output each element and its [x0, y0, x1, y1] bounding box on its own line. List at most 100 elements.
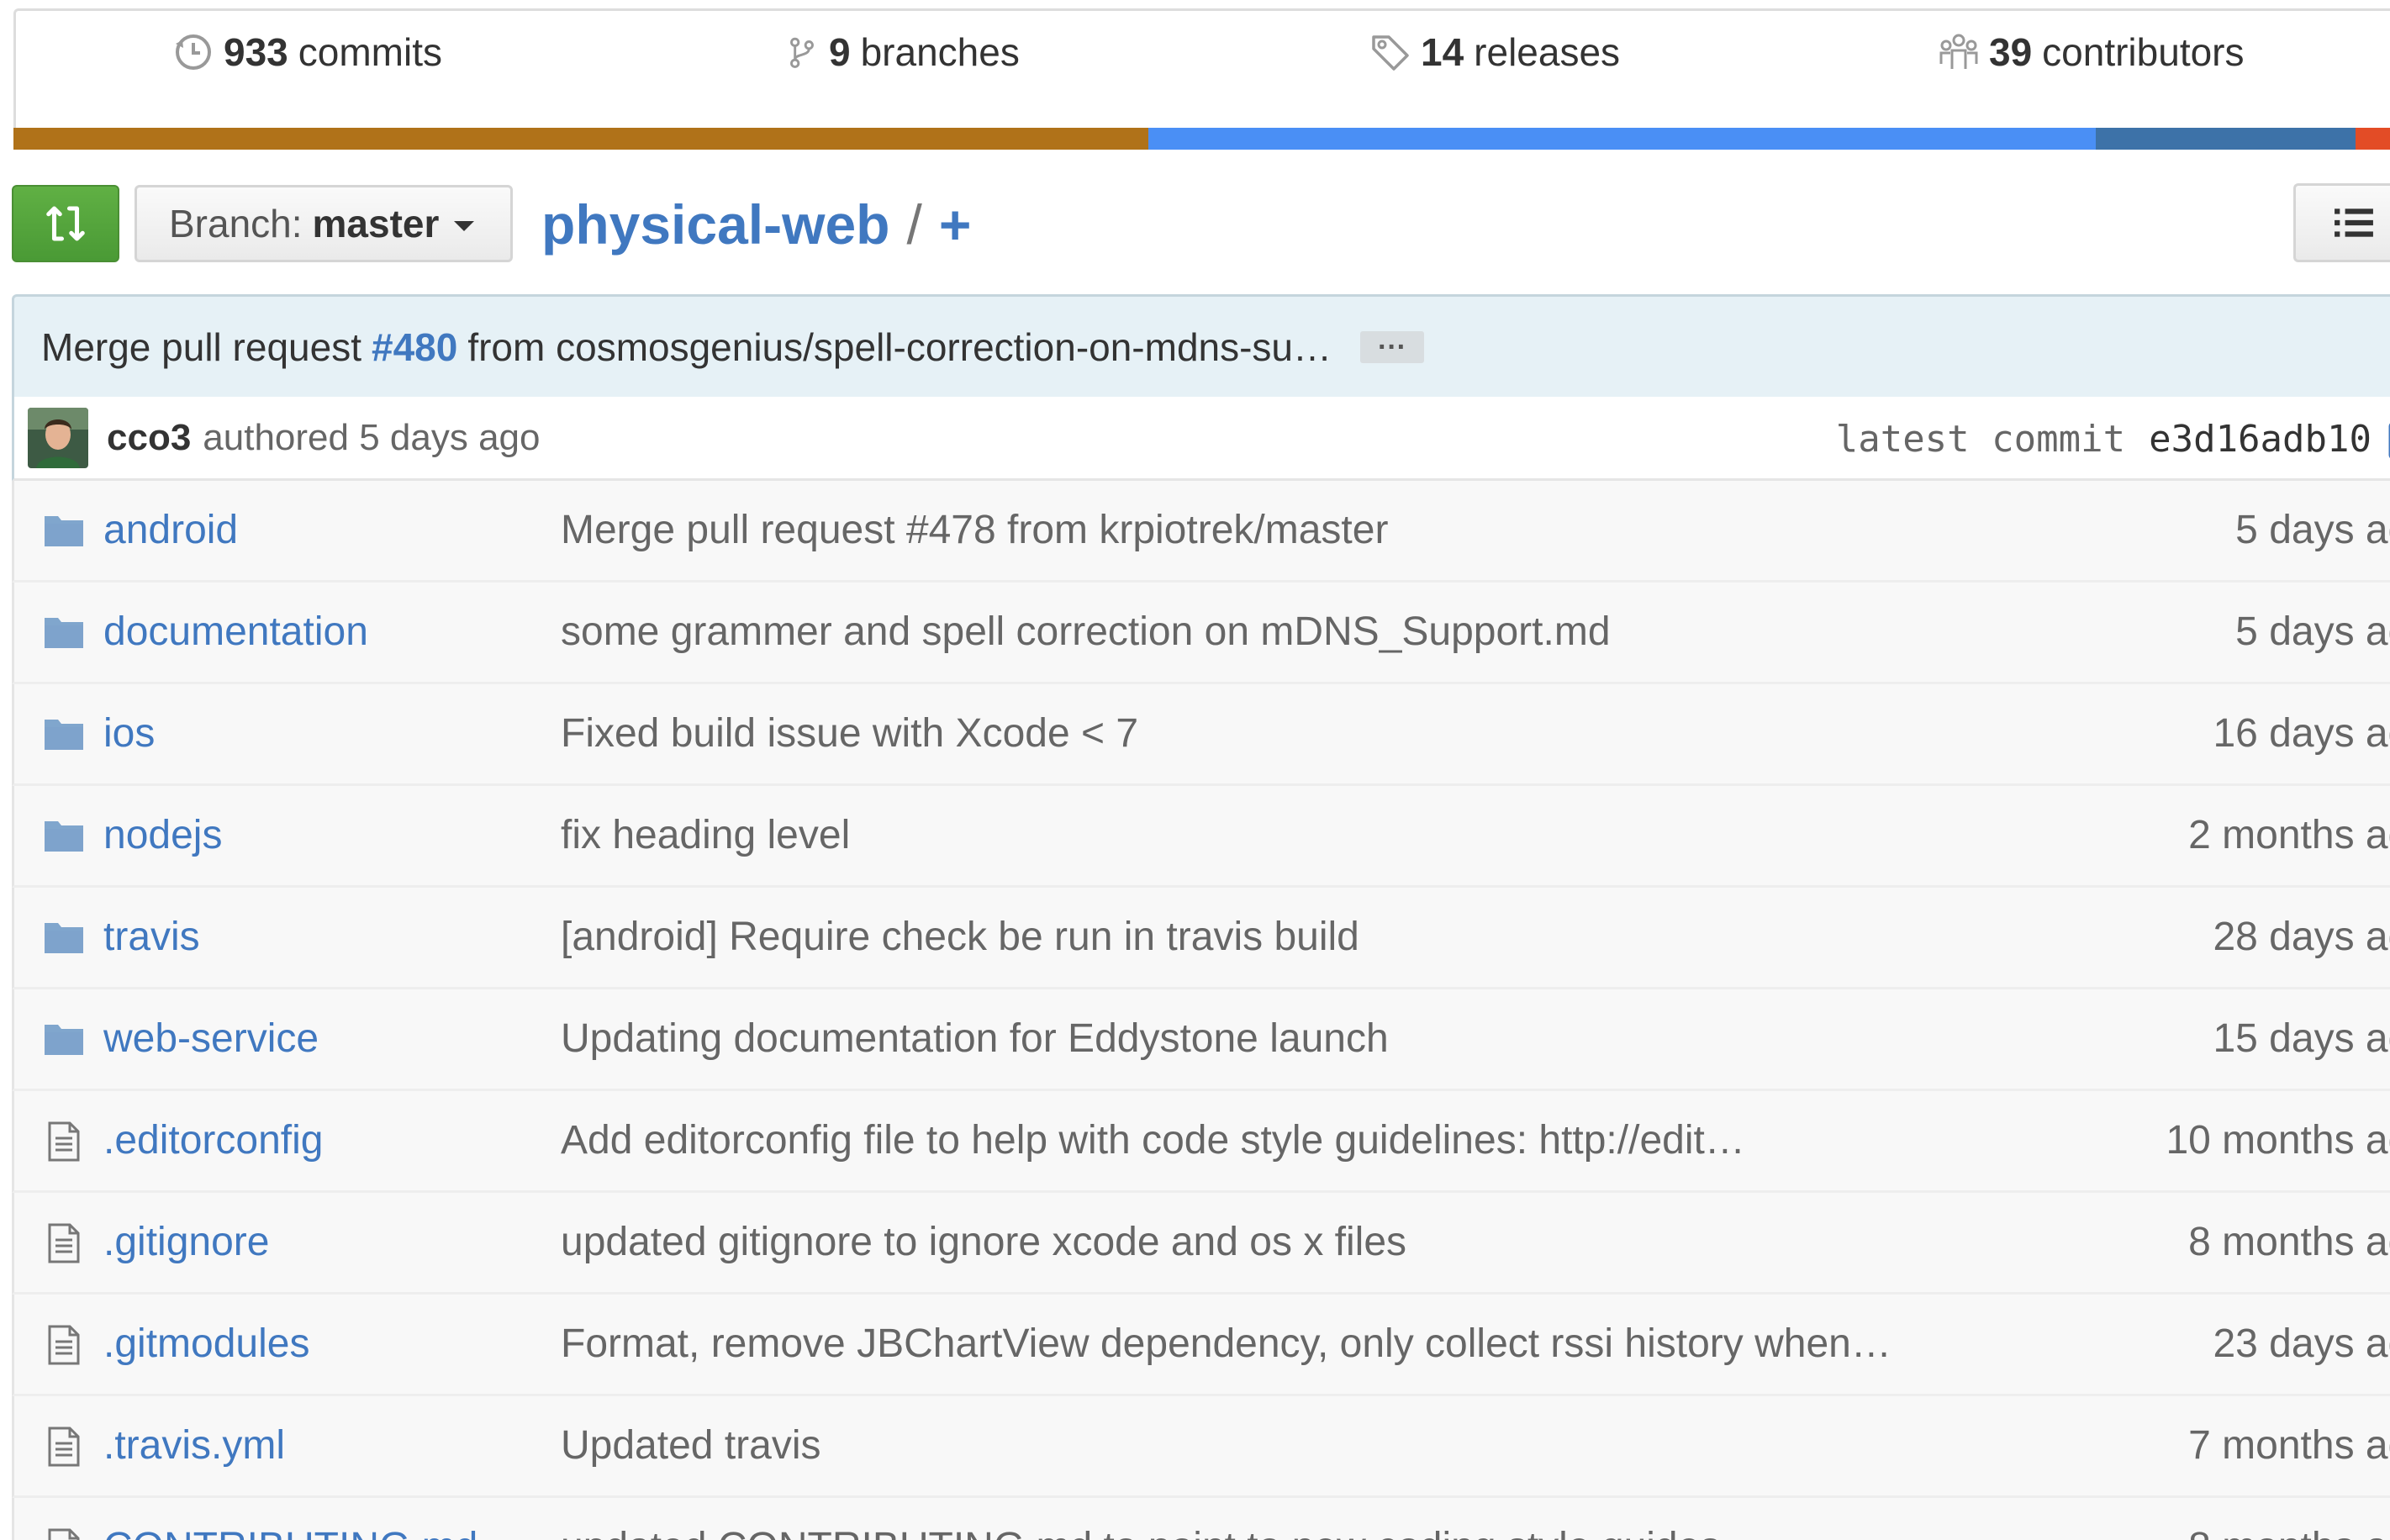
git-branch-icon [790, 37, 814, 68]
latest-commit: latest commit e3d16adb10 [1836, 397, 2390, 481]
file-name-link[interactable]: .gitignore [103, 1193, 269, 1292]
commit-message-link[interactable]: some grammer and spell correction on mDN… [561, 583, 1611, 682]
commit-author-row: cco3 authored 5 days ago latest commit e… [12, 397, 2390, 481]
file-name-link[interactable]: ios [103, 684, 155, 783]
table-row: ios Fixed build issue with Xcode < 7 16 da… [12, 684, 2390, 786]
file-table: android Merge pull request #478 from krpi… [12, 481, 2390, 1540]
file-name-link[interactable]: .editorconfig [103, 1091, 324, 1190]
commit-age: 16 days ago [2213, 711, 2390, 756]
avatar[interactable] [28, 407, 88, 468]
breadcrumb-separator: / [906, 193, 922, 256]
table-row: documentation some grammer and spell corr… [12, 583, 2390, 684]
commit-authored-time: authored 5 days ago [203, 416, 541, 458]
file-list-view-button[interactable] [2293, 183, 2390, 262]
commit-age: 7 months ago [2188, 1423, 2390, 1468]
commit-age: 5 days ago [2235, 609, 2390, 654]
language-bar[interactable] [13, 128, 2390, 150]
language-segment[interactable] [2355, 128, 2390, 150]
releases-label: releases [1474, 30, 1621, 74]
contributors-count: 39 [1989, 30, 2033, 74]
commit-age: 8 months ago [2188, 1498, 2390, 1540]
chevron-down-icon [454, 221, 475, 231]
commit-message-link[interactable]: updated gitignore to ignore xcode and os… [561, 1193, 1406, 1292]
commit-age: 10 months ago [2166, 1118, 2390, 1163]
folder-icon [43, 511, 85, 551]
list-icon [2334, 208, 2373, 237]
organization-icon [1939, 34, 1978, 69]
language-segment[interactable] [13, 128, 1148, 150]
clippy-icon[interactable] [2385, 416, 2390, 461]
language-segment[interactable] [2095, 128, 2356, 150]
latest-commit-label: latest commit [1835, 417, 2126, 461]
commit-message-link[interactable]: Add editorconfig file to help with code … [561, 1091, 1745, 1190]
commit-message-link[interactable]: [android] Require check be run in travis… [561, 888, 1359, 987]
table-row: .travis.yml Updated travis 7 months ago [12, 1396, 2390, 1498]
branch-prefix: Branch: [169, 202, 303, 245]
file-text-icon [43, 1121, 85, 1162]
commit-message-prefix: Merge pull request [41, 324, 361, 369]
table-row: CONTRIBUTING.md updated CONTRIBUTING.md t… [12, 1498, 2390, 1540]
file-name-link[interactable]: web-service [103, 989, 319, 1089]
commit-age: 15 days ago [2213, 1016, 2390, 1061]
folder-icon [43, 918, 85, 958]
branches-link[interactable]: 9 branches [785, 27, 1020, 77]
commit-message-link[interactable]: Format, remove JBChartView dependency, o… [561, 1295, 1891, 1394]
commit-author-link[interactable]: cco3 [107, 417, 191, 459]
commit-message-link[interactable]: Updating documentation for Eddystone lau… [561, 989, 1389, 1089]
table-row: nodejs fix heading level 2 months ago [12, 786, 2390, 888]
contributors-label: contributors [2042, 30, 2245, 74]
table-row: .gitignore updated gitignore to ignore xc… [12, 1193, 2390, 1295]
history-icon [176, 34, 211, 70]
contributors-link[interactable]: 39 contributors [1939, 27, 2245, 77]
commit-sha-link[interactable]: e3d16adb10 [2149, 418, 2372, 461]
commit-age: 2 months ago [2188, 813, 2390, 857]
pull-request-link[interactable]: #480 [372, 324, 457, 370]
commit-age: 5 days ago [2235, 508, 2390, 552]
repo-name-link[interactable]: physical-web [541, 192, 889, 256]
branches-count: 9 [829, 30, 851, 74]
commit-message-suffix[interactable]: from cosmosgenius/spell-correction-on-md… [467, 324, 1332, 370]
folder-icon [43, 816, 85, 857]
file-text-icon [43, 1325, 85, 1365]
file-name-link[interactable]: nodejs [103, 786, 222, 885]
tag-icon [1372, 35, 1409, 71]
breadcrumb: physical-web / + [541, 187, 971, 262]
compare-icon [46, 206, 85, 241]
file-text-icon [43, 1427, 85, 1467]
branch-select-button[interactable]: Branch: master [135, 185, 513, 262]
folder-icon [43, 613, 85, 653]
commit-message-link[interactable]: Merge pull request #478 from krpiotrek/m… [561, 481, 1388, 580]
commit-message-link[interactable]: updated CONTRIBUTING.md to point to new … [561, 1498, 1720, 1540]
expand-commit-message-button[interactable]: ··· [1360, 330, 1425, 363]
commit-tease: Merge pull request #480 from cosmosgeniu… [12, 294, 2390, 397]
file-name-link[interactable]: CONTRIBUTING.md [103, 1498, 477, 1540]
table-row: .gitmodules Format, remove JBChartView de… [12, 1295, 2390, 1396]
file-name-link[interactable]: documentation [103, 583, 368, 682]
folder-icon [43, 1020, 85, 1060]
commit-age: 28 days ago [2213, 915, 2390, 959]
file-name-link[interactable]: .travis.yml [103, 1396, 285, 1495]
file-name-link[interactable]: .gitmodules [103, 1295, 309, 1394]
file-name-link[interactable]: android [103, 481, 238, 580]
branches-label: branches [860, 30, 1020, 74]
commit-age: 23 days ago [2213, 1321, 2390, 1366]
file-text-icon [43, 1223, 85, 1263]
add-file-button[interactable]: + [939, 192, 972, 256]
commit-message-link[interactable]: Fixed build issue with Xcode < 7 [561, 684, 1138, 783]
commit-message-link[interactable]: Updated travis [561, 1396, 821, 1495]
releases-count: 14 [1421, 30, 1464, 74]
commit-message-link[interactable]: fix heading level [561, 786, 850, 885]
folder-icon [43, 715, 85, 755]
compare-button[interactable] [12, 185, 119, 262]
file-name-link[interactable]: travis [103, 888, 200, 987]
commit-age: 8 months ago [2188, 1220, 2390, 1264]
language-segment[interactable] [1148, 128, 2096, 150]
commits-label: commits [298, 30, 442, 74]
file-text-icon [43, 1528, 85, 1540]
releases-link[interactable]: 14 releases [1370, 27, 1620, 77]
commits-count: 933 [224, 30, 288, 74]
branch-name: master [312, 202, 440, 245]
commits-link[interactable]: 933 commits [173, 27, 442, 77]
table-row: travis [android] Require check be run in … [12, 888, 2390, 989]
table-row: web-service Updating documentation for Ed… [12, 989, 2390, 1091]
